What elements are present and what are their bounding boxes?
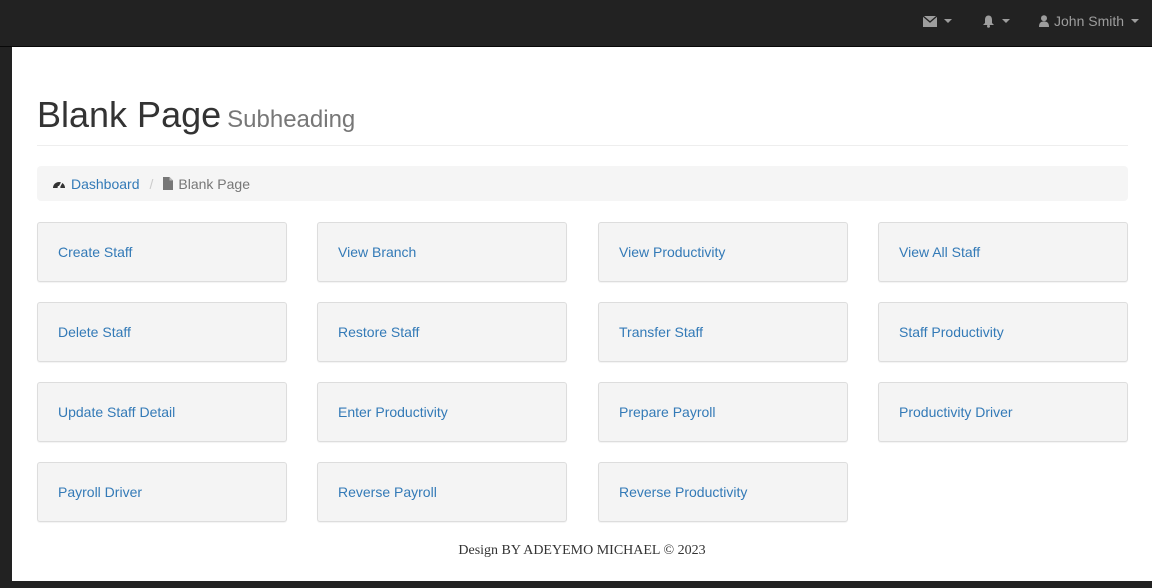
tile-label: View All Staff [899,244,981,260]
breadcrumb: Dashboard / Blank Page [37,166,1128,201]
create-staff-button[interactable]: Create Staff [37,222,287,282]
alerts-dropdown[interactable] [982,0,1010,42]
transfer-staff-button[interactable]: Transfer Staff [598,302,848,362]
page-wrapper: Blank Page Subheading Dashboard / Blank P… [12,47,1152,581]
chevron-down-icon [944,19,952,23]
prepare-payroll-button[interactable]: Prepare Payroll [598,382,848,442]
update-staff-detail-button[interactable]: Update Staff Detail [37,382,287,442]
page-header: Blank Page Subheading [37,95,1128,146]
user-icon [1039,15,1049,27]
breadcrumb-separator: / [149,175,154,192]
restore-staff-button[interactable]: Restore Staff [317,302,567,362]
tile-label: Create Staff [58,244,133,260]
page-title-text: Blank Page [37,94,222,135]
tile-label: Prepare Payroll [619,404,716,420]
envelope-icon [923,15,937,27]
footer-credit: Design BY ADEYEMO MICHAEL © 2023 [458,543,706,558]
tile-label: View Branch [338,244,417,260]
breadcrumb-dashboard-label: Dashboard [71,175,140,192]
tile-label: Staff Productivity [899,324,1004,340]
tile-label: Transfer Staff [619,324,704,340]
file-icon [163,177,174,190]
user-name: John Smith [1054,13,1125,29]
breadcrumb-current: Blank Page [163,176,250,192]
tile-label: View Productivity [619,244,726,260]
user-dropdown[interactable]: John Smith [1039,0,1140,42]
tile-label: Enter Productivity [338,404,448,420]
dashboard-icon [53,181,65,189]
view-branch-button[interactable]: View Branch [317,222,567,282]
reverse-productivity-button[interactable]: Reverse Productivity [598,462,848,522]
top-navbar: John Smith [0,0,1152,47]
enter-productivity-button[interactable]: Enter Productivity [317,382,567,442]
tile-label: Delete Staff [58,324,131,340]
productivity-driver-button[interactable]: Productivity Driver [878,382,1128,442]
breadcrumb-current-label: Blank Page [178,175,250,192]
staff-productivity-button[interactable]: Staff Productivity [878,302,1128,362]
tile-label: Update Staff Detail [58,404,176,420]
chevron-down-icon [1002,19,1010,23]
view-all-staff-button[interactable]: View All Staff [878,222,1128,282]
payroll-driver-button[interactable]: Payroll Driver [37,462,287,522]
bell-icon [983,15,994,28]
tile-label: Productivity Driver [899,404,1013,420]
delete-staff-button[interactable]: Delete Staff [37,302,287,362]
messages-dropdown[interactable] [923,0,952,42]
breadcrumb-dashboard-link[interactable]: Dashboard [52,176,140,192]
tile-label: Restore Staff [338,324,420,340]
page-subtitle: Subheading [227,106,356,133]
tile-label: Reverse Payroll [338,484,437,500]
view-productivity-button[interactable]: View Productivity [598,222,848,282]
tile-label: Reverse Productivity [619,484,748,500]
reverse-payroll-button[interactable]: Reverse Payroll [317,462,567,522]
tile-label: Payroll Driver [58,484,143,500]
chevron-down-icon [1131,19,1140,23]
page-title: Blank Page Subheading [37,95,1128,140]
